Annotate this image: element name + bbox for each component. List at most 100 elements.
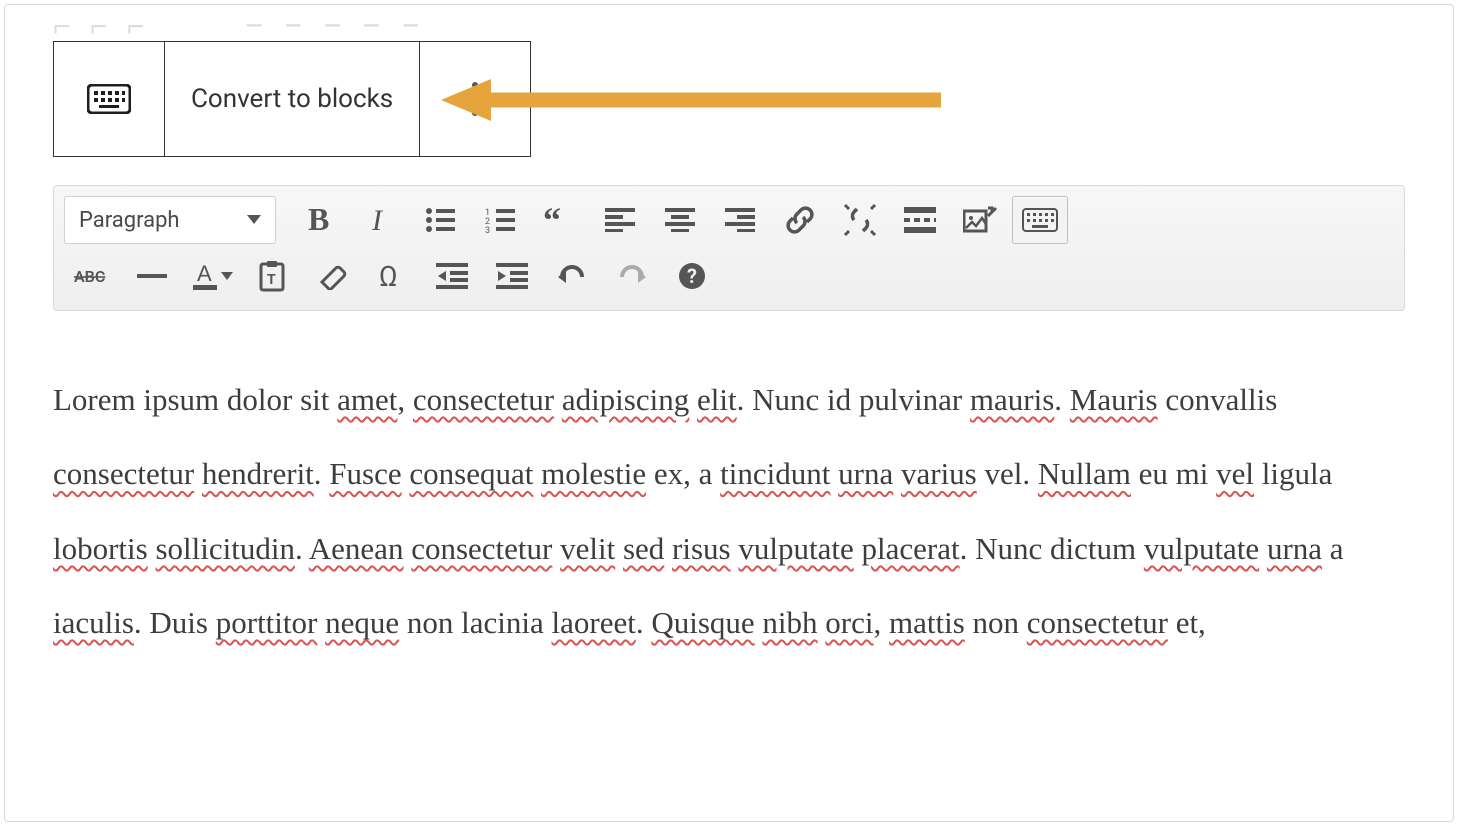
svg-text:ABC: ABC [74,267,105,286]
text-segment [830,456,838,491]
classic-block-icon-button[interactable] [54,42,164,156]
text-segment: , [397,382,413,417]
insert-readmore-button[interactable] [892,196,948,244]
text-segment: lobortis [53,531,148,566]
text-segment [689,382,697,417]
align-right-icon [725,208,755,232]
media-icon [963,206,997,234]
text-color-icon: A [191,261,219,291]
text-segment: Fusce [329,456,401,491]
formatting-toolbar: Paragraph B I 1 2 3 [53,185,1405,311]
text-segment: adipiscing [562,382,689,417]
remove-link-button[interactable] [832,196,888,244]
obscured-toolbar: ⌐ ⌐ ⌐ – – – – – [53,9,427,44]
text-segment: iaculis [53,605,134,640]
omega-icon: Ω [377,261,407,291]
text-segment: Aenean [309,531,404,566]
blockquote-button[interactable]: “ [532,196,588,244]
help-button[interactable]: ? [664,252,720,300]
text-segment: hendrerit [202,456,314,491]
text-segment: orci [825,605,873,640]
text-segment [533,456,541,491]
format-select-value: Paragraph [79,208,180,233]
insert-media-button[interactable] [952,196,1008,244]
text-segment: porttitor [216,605,318,640]
indent-icon [496,263,528,289]
text-segment: . Nunc id pulvinar [737,382,970,417]
text-segment: urna [1267,531,1322,566]
ellipsis-vertical-icon [470,79,480,119]
text-segment: ligula [1254,456,1332,491]
bold-button[interactable]: B [292,196,348,244]
italic-icon: I [368,205,392,235]
text-color-button[interactable]: A [184,252,240,300]
paste-as-text-button[interactable]: T [244,252,300,300]
outdent-button[interactable] [424,252,480,300]
text-segment: risus [672,531,731,566]
bullet-list-icon [425,207,455,233]
svg-text:T: T [267,272,276,288]
text-segment: vulputate [738,531,853,566]
text-segment: consectetur [411,531,552,566]
text-segment: velit [560,531,615,566]
text-segment [664,531,672,566]
block-toolbar: Convert to blocks [53,41,531,157]
horizontal-rule-button[interactable] [124,252,180,300]
text-segment: et, [1168,605,1206,640]
redo-button[interactable] [604,252,660,300]
strikethrough-button[interactable]: ABC [64,252,120,300]
outdent-icon [436,263,468,289]
caret-down-icon [221,272,233,280]
toolbar-toggle-button[interactable] [1012,196,1068,244]
strikethrough-icon: ABC [74,265,110,287]
convert-to-blocks-button[interactable]: Convert to blocks [165,42,419,156]
text-segment: Nullam [1038,456,1131,491]
convert-to-blocks-label: Convert to blocks [191,84,393,114]
text-segment: amet [337,382,397,417]
text-segment: consectetur [1027,605,1168,640]
undo-icon [556,263,588,289]
text-segment: urna [838,456,893,491]
bullet-list-button[interactable] [412,196,468,244]
text-segment: mauris [970,382,1054,417]
text-segment: , [874,605,890,640]
svg-text:“: “ [543,206,561,234]
insert-link-button[interactable] [772,196,828,244]
clear-formatting-button[interactable] [304,252,360,300]
text-segment: vulputate [1144,531,1259,566]
text-segment: . [636,605,652,640]
paragraph-format-select[interactable]: Paragraph [64,196,276,244]
block-more-options-button[interactable] [420,42,530,156]
text-segment: laoreet [552,605,636,640]
text-segment [893,456,901,491]
numbered-list-button[interactable]: 1 2 3 [472,196,528,244]
text-segment [194,456,202,491]
italic-button[interactable]: I [352,196,408,244]
text-segment: placerat [861,531,959,566]
svg-text:Ω: Ω [379,261,398,291]
special-character-button[interactable]: Ω [364,252,420,300]
editor-content[interactable]: Lorem ipsum dolor sit amet, consectetur … [53,363,1405,661]
indent-button[interactable] [484,252,540,300]
text-segment: varius [901,456,977,491]
text-segment: . [295,531,309,566]
horizontal-rule-icon [137,273,167,279]
unlink-icon [843,203,877,237]
align-left-button[interactable] [592,196,648,244]
text-segment: eu mi [1131,456,1216,491]
help-icon: ? [677,261,707,291]
text-segment: sed [623,531,664,566]
align-right-button[interactable] [712,196,768,244]
text-segment: . [314,456,330,491]
text-segment: elit [697,382,737,417]
caret-down-icon [247,215,261,225]
text-segment: sollicitudin [155,531,295,566]
text-segment: convallis [1158,382,1278,417]
text-segment: non [965,605,1027,640]
svg-text:?: ? [687,264,697,288]
align-center-button[interactable] [652,196,708,244]
svg-text:3: 3 [485,226,490,233]
keyboard-icon [87,84,131,114]
undo-button[interactable] [544,252,600,300]
text-segment: Lorem ipsum dolor sit [53,382,337,417]
